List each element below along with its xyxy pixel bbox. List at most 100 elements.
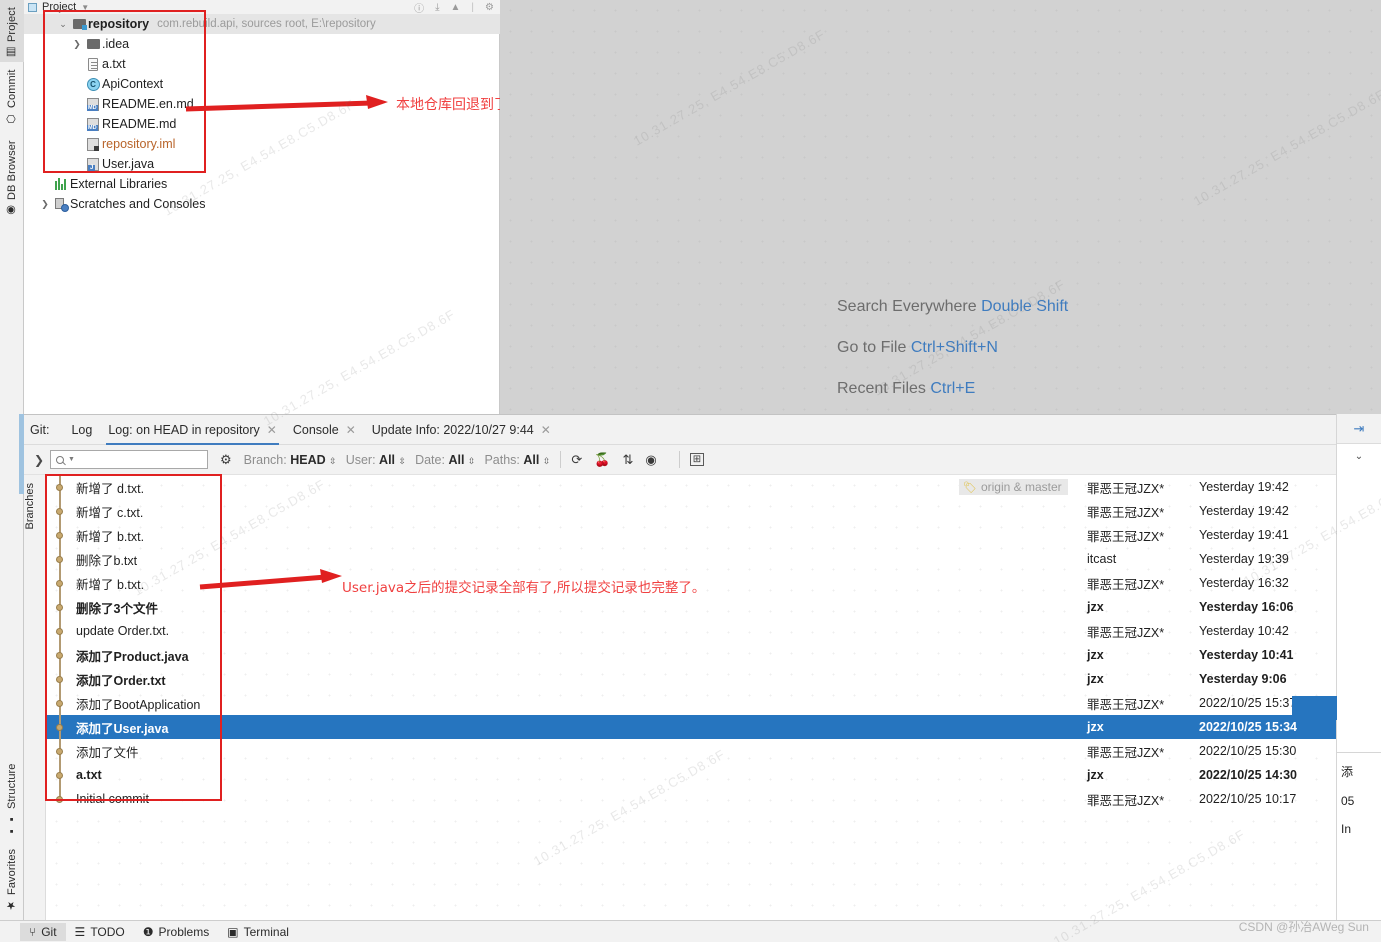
search-input[interactable]: ▼	[50, 450, 208, 469]
commit-author: 罪恶王冠JZX*	[1087, 745, 1165, 760]
close-icon[interactable]: ✕	[267, 423, 277, 437]
sidebar-item-db-browser-label: DB Browser	[6, 140, 18, 200]
status-bar-item-problems[interactable]: ❶ Problems	[134, 923, 218, 941]
tab-log-on-head-label: Log: on HEAD in repository	[108, 422, 260, 437]
filter-date-label: Date:	[415, 452, 445, 467]
table-row[interactable]: 添加了User.java jzx 2022/10/25 15:34	[46, 715, 1359, 739]
markdown-icon	[87, 97, 99, 111]
commit-subject: 添加了文件	[76, 745, 139, 760]
sidebar-item-project[interactable]: ▤ Project	[0, 0, 24, 62]
filter-paths[interactable]: Paths: All ⇳	[484, 453, 550, 467]
tree-node-external-libraries[interactable]: External Libraries	[24, 174, 500, 194]
table-row[interactable]: 添加了Product.java jzx Yesterday 10:41	[46, 643, 1359, 667]
commit-graph-cell	[46, 763, 74, 787]
tab-log-on-head[interactable]: Log: on HEAD in repository ✕	[100, 415, 285, 445]
table-row[interactable]: 添加了文件 罪恶王冠JZX* 2022/10/25 15:30	[46, 739, 1359, 763]
table-row[interactable]: 添加了BootApplication 罪恶王冠JZX* 2022/10/25 1…	[46, 691, 1359, 715]
status-bar-item-terminal-label: Terminal	[243, 924, 289, 939]
commit-graph-cell	[46, 787, 74, 811]
branches-side-tab[interactable]: Branches	[24, 475, 46, 921]
terminal-icon: ▣	[227, 924, 239, 939]
commit-author: 罪恶王冠JZX*	[1087, 505, 1165, 520]
table-row[interactable]: a.txt jzx 2022/10/25 14:30	[46, 763, 1359, 787]
chevron-right-icon[interactable]: ❯	[38, 199, 52, 210]
tree-node-readme-md-label: README.md	[102, 117, 177, 131]
status-bar-item-todo[interactable]: ☰ TODO	[66, 923, 134, 941]
filter-user-label: User:	[345, 452, 376, 467]
gear-icon[interactable]: ⚙	[220, 452, 232, 468]
refresh-icon[interactable]: ⟳	[571, 452, 582, 468]
shortcut-key-search-everywhere: Double Shift	[981, 298, 1069, 315]
tab-log[interactable]: Log	[63, 415, 100, 445]
tab-console[interactable]: Console ✕	[285, 415, 364, 445]
commit-icon: ⎔	[5, 112, 18, 125]
filter-branch[interactable]: Branch: HEAD ⇳	[244, 453, 337, 467]
sidebar-item-db-browser[interactable]: ◉ DB Browser	[0, 128, 24, 220]
chevron-down-icon[interactable]: ▼	[68, 456, 75, 463]
commit-graph-cell	[46, 691, 74, 715]
chevron-down-icon[interactable]: ⌄	[56, 19, 70, 30]
filter-date[interactable]: Date: All ⇳	[415, 453, 475, 467]
commit-graph-cell	[46, 523, 74, 547]
info-icon[interactable]: ⓘ	[414, 0, 424, 15]
chevron-right-icon[interactable]: ❯	[30, 453, 48, 467]
tab-update-info[interactable]: Update Info: 2022/10/27 9:44 ✕	[364, 415, 559, 445]
tree-node-apicontext[interactable]: C ApiContext	[24, 74, 500, 94]
commit-author: 罪恶王冠JZX*	[1087, 793, 1165, 808]
commit-date: Yesterday 16:32	[1199, 576, 1289, 590]
commit-ref-label: origin & master	[980, 480, 1062, 494]
commit-details-panel: 添 05 In	[1337, 752, 1381, 850]
table-row[interactable]: 新增了 b.txt. 罪恶王冠JZX* Yesterday 19:41	[46, 523, 1359, 547]
collapse-all-icon[interactable]: ⤓	[435, 2, 439, 13]
filter-paths-value: All	[523, 452, 540, 467]
table-row[interactable]: 添加了Order.txt jzx Yesterday 9:06	[46, 667, 1359, 691]
close-icon[interactable]: ✕	[541, 423, 551, 437]
chevron-updown-icon: ⇳	[467, 455, 476, 466]
status-bar-item-terminal[interactable]: ▣ Terminal	[218, 923, 298, 941]
settings-icon[interactable]: ⚙	[485, 2, 494, 13]
tree-node-idea[interactable]: ❯ .idea	[24, 34, 500, 54]
table-row[interactable]: 删除了3个文件 jzx Yesterday 16:06	[46, 595, 1359, 619]
commit-date: Yesterday 10:41	[1199, 648, 1294, 662]
filter-user[interactable]: User: All ⇳	[346, 453, 406, 467]
sidebar-item-favorites[interactable]: ★ Favorites	[0, 840, 24, 915]
sidebar-item-commit[interactable]: ⎔ Commit	[0, 62, 24, 128]
filter-date-value: All	[448, 452, 465, 467]
tree-node-repository[interactable]: ⌄ repository com.rebuild.api, sources ro…	[24, 14, 500, 34]
tree-node-repository-subtitle: com.rebuild.api, sources root, E:\reposi…	[157, 18, 376, 30]
project-icon: ▤	[5, 46, 18, 59]
cherry-pick-icon[interactable]: 🍒	[594, 452, 610, 468]
show-details-icon[interactable]: ◉	[645, 452, 656, 468]
hide-icon[interactable]: ▲	[451, 2, 461, 13]
commit-date: Yesterday 16:06	[1199, 600, 1294, 614]
collapse-graph-icon[interactable]: ⊞	[689, 453, 705, 466]
branches-side-tab-label: Branches	[24, 483, 36, 530]
project-icon	[28, 2, 37, 12]
commit-date: Yesterday 19:39	[1199, 552, 1289, 566]
close-icon[interactable]: ✕	[346, 423, 356, 437]
chevron-right-icon[interactable]: ❯	[70, 39, 84, 50]
status-bar-item-git[interactable]: ⑂ Git	[20, 922, 66, 941]
sidebar-item-structure[interactable]: ▪▪ Structure	[0, 763, 24, 840]
status-bar-item-problems-label: Problems	[158, 924, 210, 939]
commit-author: 罪恶王冠JZX*	[1087, 697, 1165, 712]
expand-details-icon[interactable]: ⇥	[1337, 414, 1381, 444]
tree-node-a-txt[interactable]: a.txt	[24, 54, 500, 74]
table-row[interactable]: Initial commit 罪恶王冠JZX* 2022/10/25 10:17	[46, 787, 1359, 811]
commit-graph-cell	[46, 739, 74, 763]
tree-node-scratches[interactable]: ❯ Scratches and Consoles	[24, 194, 500, 214]
tree-node-scratches-label: Scratches and Consoles	[70, 197, 206, 211]
commit-subject: 添加了BootApplication	[76, 697, 201, 712]
table-row[interactable]: update Order.txt. 罪恶王冠JZX* Yesterday 10:…	[46, 619, 1359, 643]
csdn-watermark: CSDN @孙冶AWeg Sun	[1238, 920, 1369, 934]
commit-date: 2022/10/25 15:34	[1199, 720, 1298, 734]
chevron-down-icon[interactable]: ▼	[81, 3, 89, 12]
chevron-down-icon[interactable]: ⌄	[1337, 444, 1381, 468]
table-row[interactable]: 新增了 d.txt. 🏷 origin & master 罪恶王冠JZX* Yes…	[46, 475, 1359, 499]
commit-author: jzx	[1087, 720, 1104, 734]
tree-node-repository-iml[interactable]: repository.iml	[24, 134, 500, 154]
sort-icon[interactable]: ⇅	[622, 452, 633, 468]
table-row[interactable]: 新增了 c.txt. 罪恶王冠JZX* Yesterday 19:42	[46, 499, 1359, 523]
tree-node-user-java[interactable]: User.java	[24, 154, 500, 174]
commit-subject: 删除了b.txt	[76, 553, 138, 568]
